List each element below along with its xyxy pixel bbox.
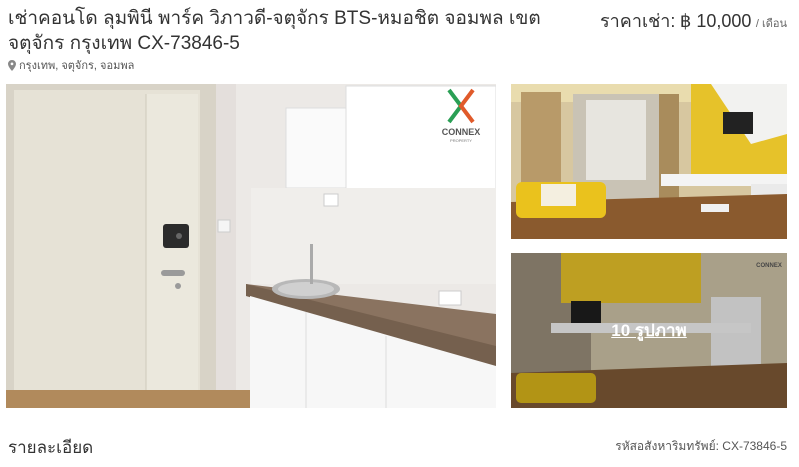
price-unit: / เดือน	[755, 18, 787, 30]
main-photo[interactable]: CONNEX PROPERTY	[6, 84, 496, 408]
price-label: ราคาเช่า:	[600, 11, 676, 31]
location-text: กรุงเทพ, จตุจักร, จอมพล	[19, 60, 135, 72]
property-code: รหัสอสังหาริมทรัพย์: CX-73846-5	[615, 439, 787, 453]
price-block: ราคาเช่า: ฿ 10,000 / เดือน	[600, 6, 787, 35]
svg-text:CONNEX: CONNEX	[442, 127, 481, 137]
more-photos-link[interactable]: 10 รูปภาพ	[511, 253, 787, 408]
svg-text:PROPERTY: PROPERTY	[450, 138, 472, 143]
listing-title: เช่าคอนโด ลุมพินี พาร์ค วิภาวดี-จตุจักร …	[8, 8, 541, 54]
location: กรุงเทพ, จตุจักร, จอมพล	[8, 56, 134, 74]
details-section-title: รายละเอียด	[8, 438, 94, 457]
map-pin-icon	[8, 59, 16, 71]
gallery-photo-living-room[interactable]	[511, 84, 787, 239]
gallery-photo-more[interactable]: CONNEX 10 รูปภาพ	[511, 253, 787, 408]
price-value: ฿ 10,000	[679, 11, 752, 31]
